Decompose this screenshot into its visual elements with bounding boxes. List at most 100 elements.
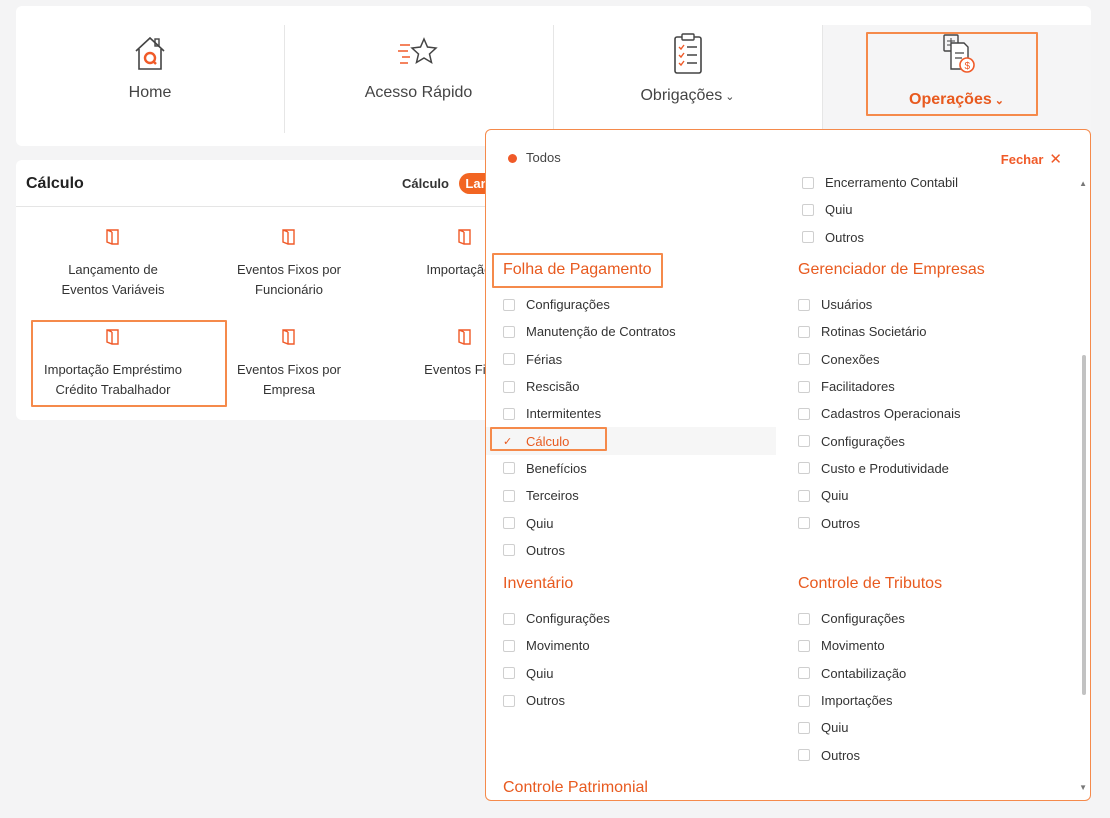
checkbox[interactable] [503, 462, 515, 475]
section-inventario: Inventário Configurações Movimento Quiu … [503, 571, 610, 714]
checkbox[interactable] [503, 517, 515, 530]
checkbox[interactable] [503, 639, 515, 652]
option-configuracoes[interactable]: Configurações [798, 427, 985, 454]
checkbox[interactable] [798, 298, 810, 311]
book-icon [458, 329, 471, 345]
option-outros[interactable]: Outros [802, 224, 958, 251]
checkbox[interactable] [503, 407, 515, 420]
checkbox[interactable] [802, 231, 814, 244]
close-icon: ✕ [1049, 151, 1062, 168]
option-quiu[interactable]: Quiu [503, 660, 610, 687]
option-configuracoes[interactable]: Configurações [798, 605, 942, 632]
scrollbar-thumb[interactable] [1082, 355, 1086, 695]
option-outros[interactable]: Outros [798, 509, 985, 536]
option-label: Contabilização [821, 665, 907, 681]
tab-calculo[interactable]: Cálculo [396, 173, 455, 194]
todos-radio[interactable]: Todos [508, 150, 561, 165]
section-gerenciador-empresas: Gerenciador de Empresas Usuários Rotinas… [798, 257, 985, 537]
option-label: Configurações [526, 611, 610, 627]
option-cadastros-operacionais[interactable]: Cadastros Operacionais [798, 400, 985, 427]
option-importacoes[interactable]: Importações [798, 687, 942, 714]
option-configuracoes[interactable]: Configurações [503, 291, 776, 318]
scroll-up-arrow-icon[interactable]: ▲ [1079, 179, 1087, 188]
book-icon [106, 229, 119, 245]
book-icon [282, 229, 295, 245]
option-usuarios[interactable]: Usuários [798, 291, 985, 318]
checkbox[interactable] [798, 694, 810, 707]
option-conexoes[interactable]: Conexões [798, 346, 985, 373]
option-quiu[interactable]: Quiu [802, 196, 958, 223]
checkbox[interactable] [503, 612, 515, 625]
section-title: Gerenciador de Empresas [798, 261, 985, 278]
option-rotinas-societario[interactable]: Rotinas Societário [798, 318, 985, 345]
checkbox[interactable] [798, 380, 810, 393]
option-outros[interactable]: Outros [798, 741, 942, 768]
checkbox[interactable] [503, 380, 515, 393]
checkbox[interactable] [798, 612, 810, 625]
checkbox[interactable] [503, 694, 515, 707]
tile-eventos-fixos-funcionario[interactable]: Eventos Fixos por Funcionário [194, 228, 384, 300]
checkbox[interactable] [798, 721, 810, 734]
option-beneficios[interactable]: Benefícios [503, 455, 776, 482]
nav-home[interactable]: Home [16, 25, 284, 133]
tile-lancamento-eventos[interactable]: Lançamento de Eventos Variáveis [18, 228, 208, 300]
checkbox[interactable] [798, 407, 810, 420]
option-label: Custo e Produtividade [821, 460, 949, 476]
option-outros[interactable]: Outros [503, 687, 610, 714]
todos-label: Todos [526, 150, 561, 165]
option-label: Quiu [526, 665, 554, 681]
tile-label: Eventos Fixos por Funcionário [236, 262, 342, 297]
checkbox[interactable] [503, 489, 515, 502]
checkbox[interactable] [798, 517, 810, 530]
checkbox[interactable] [503, 353, 515, 366]
checkbox[interactable] [798, 435, 810, 448]
option-quiu[interactable]: Quiu [798, 714, 942, 741]
option-ferias[interactable]: Férias [503, 346, 776, 373]
checkbox[interactable] [798, 489, 810, 502]
option-label: Facilitadores [821, 379, 895, 395]
checkbox[interactable] [798, 749, 810, 762]
nav-obrigacoes-label: Obrigações ⌄ [640, 87, 735, 104]
nav-home-label: Home [128, 84, 172, 101]
option-movimento[interactable]: Movimento [503, 632, 610, 659]
option-encerramento-contabil[interactable]: Encerramento Contabil [802, 169, 958, 196]
option-manutencao-contratos[interactable]: Manutenção de Contratos [503, 318, 776, 345]
fechar-button[interactable]: Fechar ✕ [1001, 150, 1062, 168]
option-outros[interactable]: Outros [503, 537, 776, 564]
option-rescisao[interactable]: Rescisão [503, 373, 776, 400]
checkbox[interactable] [503, 544, 515, 557]
clipboard-icon [673, 33, 702, 74]
option-quiu[interactable]: Quiu [798, 482, 985, 509]
option-facilitadores[interactable]: Facilitadores [798, 373, 985, 400]
scroll-down-arrow-icon[interactable]: ▼ [1079, 783, 1087, 792]
checkbox[interactable] [798, 462, 810, 475]
star-icon [397, 37, 438, 65]
option-configuracoes[interactable]: Configurações [503, 605, 610, 632]
folha-pagamento-highlight-box [492, 253, 663, 288]
option-contabilizacao[interactable]: Contabilização [798, 660, 942, 687]
option-label: Quiu [821, 720, 849, 736]
checkbox[interactable] [503, 667, 515, 680]
option-intermitentes[interactable]: Intermitentes [503, 400, 776, 427]
checkbox[interactable] [798, 639, 810, 652]
option-label: Movimento [526, 638, 590, 654]
option-terceiros[interactable]: Terceiros [503, 482, 776, 509]
checkbox[interactable] [802, 203, 814, 216]
option-custo-produtividade[interactable]: Custo e Produtividade [798, 455, 985, 482]
nav-acesso-rapido[interactable]: Acesso Rápido [284, 25, 553, 133]
checkbox[interactable] [503, 325, 515, 338]
option-label: Outros [825, 229, 865, 245]
section-title: Inventário [503, 575, 574, 592]
option-label: Movimento [821, 638, 885, 654]
option-quiu[interactable]: Quiu [503, 509, 776, 536]
checkbox[interactable] [798, 325, 810, 338]
checkbox[interactable] [802, 176, 814, 189]
nav-obrigacoes[interactable]: Obrigações ⌄ [553, 25, 822, 133]
option-label: Rescisão [526, 379, 580, 395]
checkbox[interactable] [798, 353, 810, 366]
home-icon [135, 36, 165, 70]
checkbox[interactable] [503, 298, 515, 311]
operacoes-dropdown-panel: Todos Fechar ✕ ▲ ▼ Encerramento Contabil … [485, 129, 1091, 801]
option-movimento[interactable]: Movimento [798, 632, 942, 659]
checkbox[interactable] [798, 667, 810, 680]
